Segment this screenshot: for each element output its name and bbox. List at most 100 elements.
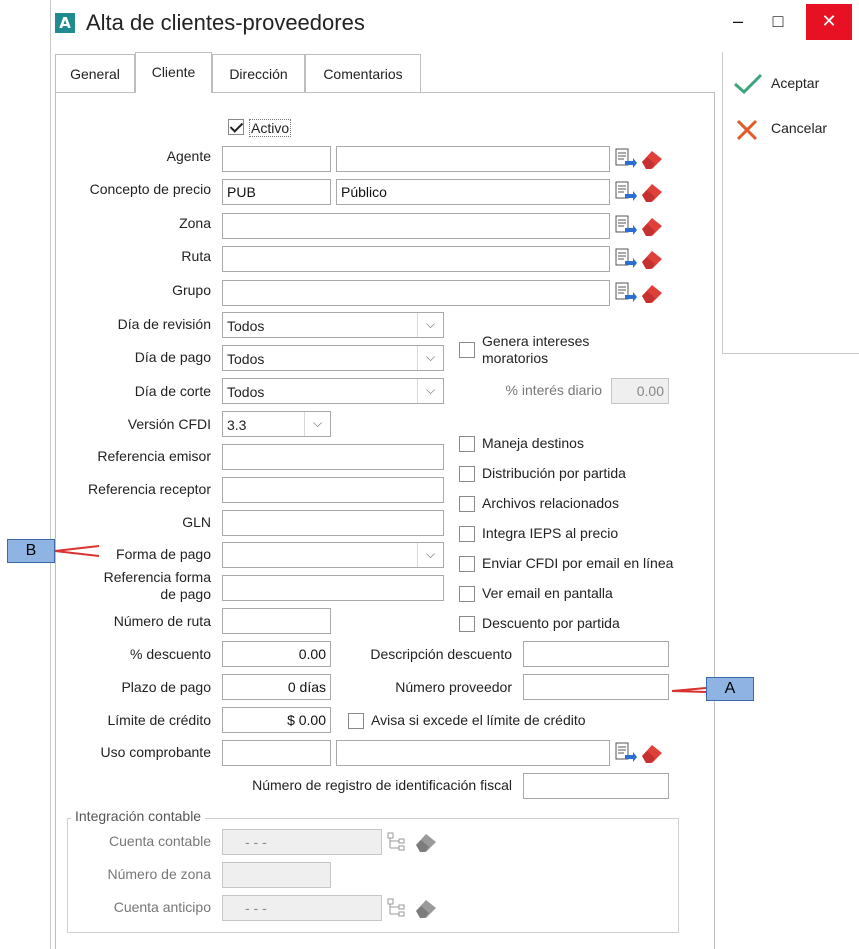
tab-direccion[interactable]: Dirección [212,54,305,92]
descuento-label: % descuento [130,646,211,662]
limite-credito-field[interactable]: $ 0.00 [222,707,331,733]
eraser-icon[interactable] [413,830,439,854]
registro-fiscal-field[interactable] [523,773,669,799]
avisa-excede-checkbox[interactable] [348,713,364,729]
ver-email-pantalla-checkbox[interactable] [459,586,475,602]
agente-code-field[interactable] [222,146,331,172]
select-list-icon[interactable] [611,741,637,765]
callout-b-pointer [55,545,100,557]
genera-intereses-line2: moratorios [482,350,549,366]
agente-name-field[interactable] [336,146,610,172]
eraser-icon[interactable] [639,180,665,204]
numero-ruta-label: Número de ruta [113,613,211,629]
genera-intereses-checkbox[interactable] [459,342,475,358]
activo-label: Activo [249,119,292,137]
dia-pago-value: Todos [227,351,265,367]
forma-pago-select[interactable]: ⌵ [222,542,444,568]
eraser-icon[interactable] [639,214,665,238]
integra-ieps-label: Integra IEPS al precio [482,525,619,541]
ruta-label: Ruta [181,248,211,264]
callout-a: A [706,677,754,701]
zona-label: Zona [179,215,211,231]
eraser-icon[interactable] [413,896,439,920]
concepto-precio-name-field[interactable]: Público [336,179,610,205]
tab-general[interactable]: General [55,54,135,92]
close-button[interactable]: ✕ [806,4,852,40]
maneja-destinos-checkbox[interactable] [459,436,475,452]
accept-button[interactable]: Aceptar [733,70,853,98]
tab-comentarios[interactable]: Comentarios [305,54,421,92]
gln-field[interactable] [222,510,444,536]
numero-proveedor-field[interactable] [523,674,669,700]
numero-ruta-field[interactable] [222,608,331,634]
referencia-receptor-field[interactable] [222,477,444,503]
eraser-icon[interactable] [639,281,665,305]
ruta-field[interactable] [222,246,610,272]
tab-cliente[interactable]: Cliente [135,52,212,93]
select-list-icon[interactable] [611,180,637,204]
archivos-relacionados-checkbox[interactable] [459,496,475,512]
cuenta-contable-label: Cuenta contable [109,833,211,849]
referencia-emisor-field[interactable] [222,444,444,470]
descripcion-descuento-field[interactable] [523,641,669,667]
cancel-label: Cancelar [771,120,828,136]
uso-comprobante-name-field[interactable] [336,740,610,766]
cancel-button[interactable]: Cancelar [733,115,853,143]
concepto-precio-code-field[interactable]: PUB [222,179,331,205]
descripcion-descuento-label: Descripción descuento [370,646,512,662]
descuento-partida-checkbox[interactable] [459,616,475,632]
interes-diario-field[interactable]: 0.00 [611,378,669,404]
dia-corte-select[interactable]: Todos ⌵ [222,378,444,404]
select-list-icon[interactable] [611,247,637,271]
referencia-forma-pago-label: Referencia forma de pago [56,569,211,603]
integra-ieps-checkbox[interactable] [459,526,475,542]
cuenta-contable-field[interactable]: - - - [222,829,382,855]
check-icon [734,73,763,95]
chevron-down-icon[interactable]: ⌵ [417,543,443,567]
referencia-forma-pago-field[interactable] [222,575,444,601]
account-tree-icon[interactable] [385,830,411,854]
distribucion-partida-label: Distribución por partida [482,465,626,481]
integracion-contable-title: Integración contable [71,808,206,824]
maximize-button[interactable]: □ [758,4,798,40]
numero-zona-field[interactable] [222,862,331,888]
account-tree-icon[interactable] [385,896,411,920]
descuento-field[interactable]: 0.00 [222,641,331,667]
distribucion-partida-checkbox[interactable] [459,466,475,482]
callout-b: B [7,539,55,563]
zona-field[interactable] [222,213,610,239]
activo-checkbox[interactable] [228,119,244,135]
gln-label: GLN [182,514,211,530]
chevron-down-icon[interactable]: ⌵ [304,412,330,436]
dia-revision-label: Día de revisión [117,316,211,332]
referencia-forma-pago-line2: de pago [160,586,211,602]
chevron-down-icon[interactable]: ⌵ [417,346,443,370]
enviar-cfdi-email-checkbox[interactable] [459,556,475,572]
chevron-down-icon[interactable]: ⌵ [417,313,443,337]
dia-revision-select[interactable]: Todos ⌵ [222,312,444,338]
minimize-button[interactable]: – [718,4,758,40]
cuenta-anticipo-field[interactable]: - - - [222,895,382,921]
agente-label: Agente [166,148,211,164]
eraser-icon[interactable] [639,247,665,271]
concepto-precio-label: Concepto de precio [89,181,211,197]
archivos-relacionados-label: Archivos relacionados [482,495,619,511]
uso-comprobante-code-field[interactable] [222,740,331,766]
grupo-label: Grupo [172,282,211,298]
dia-corte-label: Día de corte [134,383,211,399]
eraser-icon[interactable] [639,741,665,765]
accept-label: Aceptar [771,75,820,91]
plazo-pago-field[interactable]: 0 días [222,674,331,700]
genera-intereses-label: Genera intereses moratorios [482,333,589,367]
chevron-down-icon[interactable]: ⌵ [417,379,443,403]
version-cfdi-select[interactable]: 3.3 ⌵ [222,411,331,437]
select-list-icon[interactable] [611,147,637,171]
eraser-icon[interactable] [639,147,665,171]
uso-comprobante-label: Uso comprobante [100,744,211,760]
dia-pago-select[interactable]: Todos ⌵ [222,345,444,371]
version-cfdi-value: 3.3 [227,417,247,433]
select-list-icon[interactable] [611,214,637,238]
grupo-field[interactable] [222,280,610,306]
select-list-icon[interactable] [611,281,637,305]
cancel-x-icon [736,119,758,141]
